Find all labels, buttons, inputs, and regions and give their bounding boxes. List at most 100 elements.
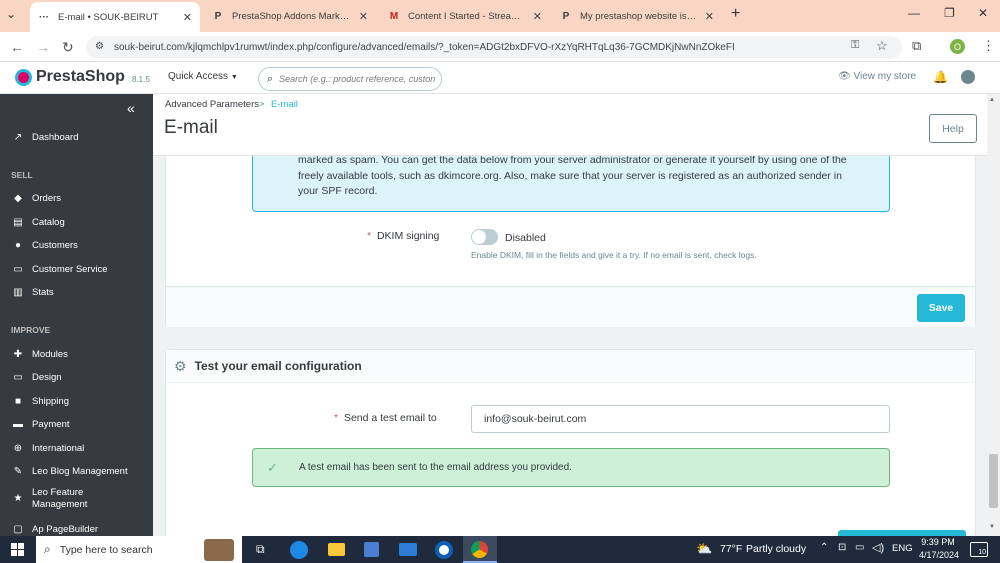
bookmark-star-icon[interactable]: ☆ (876, 38, 888, 54)
chat-icon: ▭ (13, 263, 23, 275)
url-text: souk-beirut.com/kjlqmchlpv1rumwt/index.p… (114, 42, 735, 53)
close-tab-icon[interactable]: ✕ (183, 11, 192, 24)
tab-email[interactable]: ··· E-mail • SOUK-BEIRUT ✕ (30, 2, 200, 32)
page-toolbar: Advanced Parameters > E-mail E-mail Help (153, 94, 1000, 156)
eye-icon: 👁 (838, 71, 851, 82)
reload-button[interactable]: ↻ (62, 39, 74, 56)
desktop-icon: ▭ (13, 371, 23, 383)
scrollbar-thumb[interactable] (989, 454, 998, 508)
search-input[interactable]: Search (e.g.: product reference, custon (279, 74, 435, 84)
sidebar-item-payment[interactable]: ▬ Payment (11, 417, 70, 431)
store-icon: ▤ (13, 216, 23, 228)
taskbar-search-placeholder: Type here to search (59, 543, 153, 556)
chrome-taskbar-button[interactable] (463, 536, 497, 563)
tab-prestashop[interactable]: P My prestashop website is not ✕ (552, 4, 722, 28)
save-button[interactable]: Save (917, 294, 965, 322)
panel-heading-title: Test your email configuration (194, 359, 362, 373)
employee-avatar-icon[interactable] (961, 70, 975, 84)
notifications-bell-icon[interactable]: 🔔 (933, 70, 948, 84)
extensions-icon[interactable]: ⧉ (912, 38, 921, 54)
help-button[interactable]: Help (929, 114, 977, 143)
quick-access-dropdown[interactable]: Quick Access ▼ (168, 71, 238, 82)
windows-start-icon[interactable] (11, 543, 24, 556)
sidebar-item-dashboard[interactable]: ↗ Dashboard (11, 130, 79, 144)
search-box[interactable]: ⌕ Search (e.g.: product reference, custo… (258, 67, 442, 91)
close-tab-icon[interactable]: ✕ (359, 10, 368, 23)
sidebar-item-modules[interactable]: ✚ Modules (11, 347, 68, 361)
sidebar-item-leo-feature[interactable]: ★ Leo Feature Management (11, 487, 112, 515)
sidebar-section-title: IMPROVE (11, 325, 51, 335)
clock-date[interactable]: 4/17/2024 (917, 550, 961, 560)
tab-search-icon[interactable]: ⌄ (6, 7, 16, 21)
volume-icon[interactable]: ◁) (872, 541, 884, 554)
network-icon[interactable]: ⊡ (838, 542, 846, 553)
scroll-down-arrow-icon[interactable]: ▼ (989, 524, 995, 530)
tab-addons[interactable]: P PrestaShop Addons Marketplace ✕ (204, 4, 376, 28)
sidebar-item-international[interactable]: ⊕ International (11, 441, 85, 455)
tab-title: PrestaShop Addons Marketplace (232, 10, 353, 22)
view-store-label: View my store (853, 71, 917, 82)
dkim-toggle[interactable] (471, 229, 498, 245)
sidebar-item-catalog[interactable]: ▤ Catalog (11, 215, 64, 229)
close-tab-icon[interactable]: ✕ (705, 10, 714, 23)
close-window-button[interactable]: ✕ (978, 6, 988, 20)
sidebar-item-label: Design (32, 371, 62, 383)
site-info-icon[interactable]: ⚙ (95, 41, 104, 52)
back-button[interactable]: ← (10, 39, 24, 55)
teamviewer-icon[interactable] (435, 541, 453, 559)
close-tab-icon[interactable]: ✕ (533, 10, 542, 23)
weather-temp[interactable]: 77°F (720, 543, 742, 555)
page-scrollbar[interactable]: ▲ ▼ (987, 94, 1000, 536)
forward-button[interactable]: → (36, 39, 50, 55)
browser-menu-icon[interactable]: ⋮ (982, 38, 995, 54)
sidebar-item-ap-pagebuilder[interactable]: ▢ Ap PageBuilder (11, 522, 98, 536)
sidebar-item-label: Shipping (32, 395, 69, 407)
taskbar-search-box[interactable]: ⌕ Type here to search (36, 536, 242, 563)
basket-icon: ◆ (14, 192, 22, 204)
view-store-link[interactable]: 👁 View my store (838, 71, 916, 82)
task-view-icon[interactable]: ⧉ (256, 542, 265, 557)
sidebar-nav: « ↗ Dashboard SELL ◆ Orders ▤ Catalog ● Cust… (0, 94, 153, 536)
new-tab-button[interactable]: + (731, 5, 740, 23)
edge-icon[interactable] (290, 541, 308, 559)
file-explorer-icon[interactable] (328, 543, 345, 556)
notification-center-icon[interactable]: 10 (970, 542, 988, 557)
sidebar-item-shipping[interactable]: ■ Shipping (11, 394, 69, 408)
browser-toolbar: ← → ↻ ⚙ souk-beirut.com/kjlqmchlpv1rumwt… (0, 32, 1000, 62)
maximize-button[interactable]: ❐ (944, 6, 955, 20)
weather-desc[interactable]: Partly cloudy (746, 543, 806, 555)
sidebar-item-label: International (32, 442, 85, 454)
sidebar-item-design[interactable]: ▭ Design (11, 370, 62, 384)
show-hidden-icons-icon[interactable]: ⌃ (820, 542, 828, 553)
sidebar-item-orders[interactable]: ◆ Orders (11, 191, 61, 205)
scroll-up-arrow-icon[interactable]: ▲ (989, 97, 995, 103)
dkim-help-text: Enable DKIM, fill in the fields and give… (471, 250, 757, 260)
browser-tab-strip: ··· E-mail • SOUK-BEIRUT ✕ P PrestaShop … (0, 0, 1000, 32)
sidebar-item-stats[interactable]: ▥ Stats (11, 285, 53, 299)
test-email-panel: ⚙ Test your email configuration * Send a… (165, 349, 976, 536)
language-indicator[interactable]: ENG (892, 543, 913, 554)
key-icon[interactable]: ⚿ (851, 39, 859, 52)
sidebar-item-leo-blog[interactable]: ✎ Leo Blog Management (11, 464, 128, 478)
star-icon: ★ (13, 492, 23, 504)
minimize-button[interactable]: — (908, 6, 920, 20)
sidebar-item-customers[interactable]: ● Customers (11, 238, 78, 252)
breadcrumb-separator-icon: > (259, 99, 265, 109)
test-email-input[interactable]: info@souk-beirut.com (471, 405, 890, 433)
sidebar-item-label: Modules (32, 348, 68, 360)
mail-icon[interactable] (399, 543, 417, 556)
address-bar[interactable]: ⚙ souk-beirut.com/kjlqmchlpv1rumwt/index… (86, 36, 902, 59)
clock-time[interactable]: 9:39 PM (921, 537, 955, 547)
sidebar-item-customer-service[interactable]: ▭ Customer Service (11, 262, 107, 276)
profile-avatar[interactable]: O (950, 39, 965, 54)
store-icon[interactable] (364, 542, 379, 557)
collapse-menu-icon[interactable]: « (127, 100, 135, 116)
success-message: A test email has been sent to the email … (299, 462, 572, 473)
breadcrumb-current[interactable]: E-mail (271, 99, 298, 110)
search-highlight-image (204, 538, 234, 561)
logo-text[interactable]: PrestaShop (36, 68, 125, 86)
sidebar-item-label: Payment (32, 418, 70, 430)
battery-icon[interactable]: ▭ (855, 542, 864, 553)
tab-content[interactable]: M Content I Started - Stream Sub ✕ (380, 4, 550, 28)
breadcrumb-parent[interactable]: Advanced Parameters (165, 99, 259, 110)
